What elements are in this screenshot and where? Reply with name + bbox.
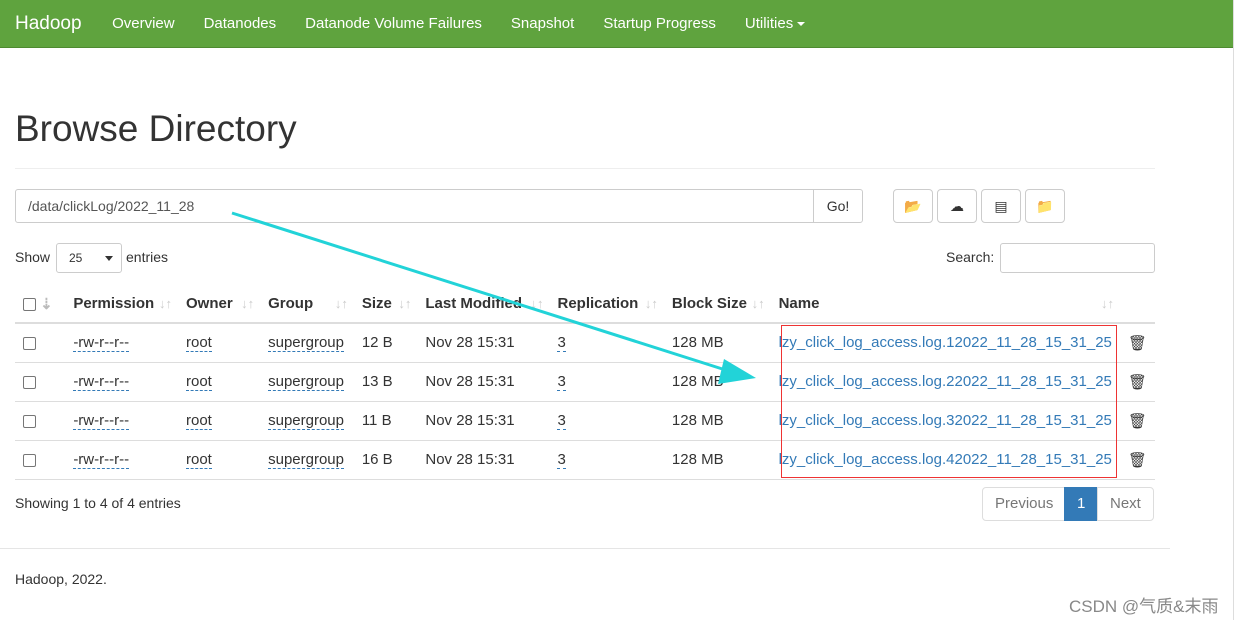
annotation-arrow (231, 211, 756, 384)
